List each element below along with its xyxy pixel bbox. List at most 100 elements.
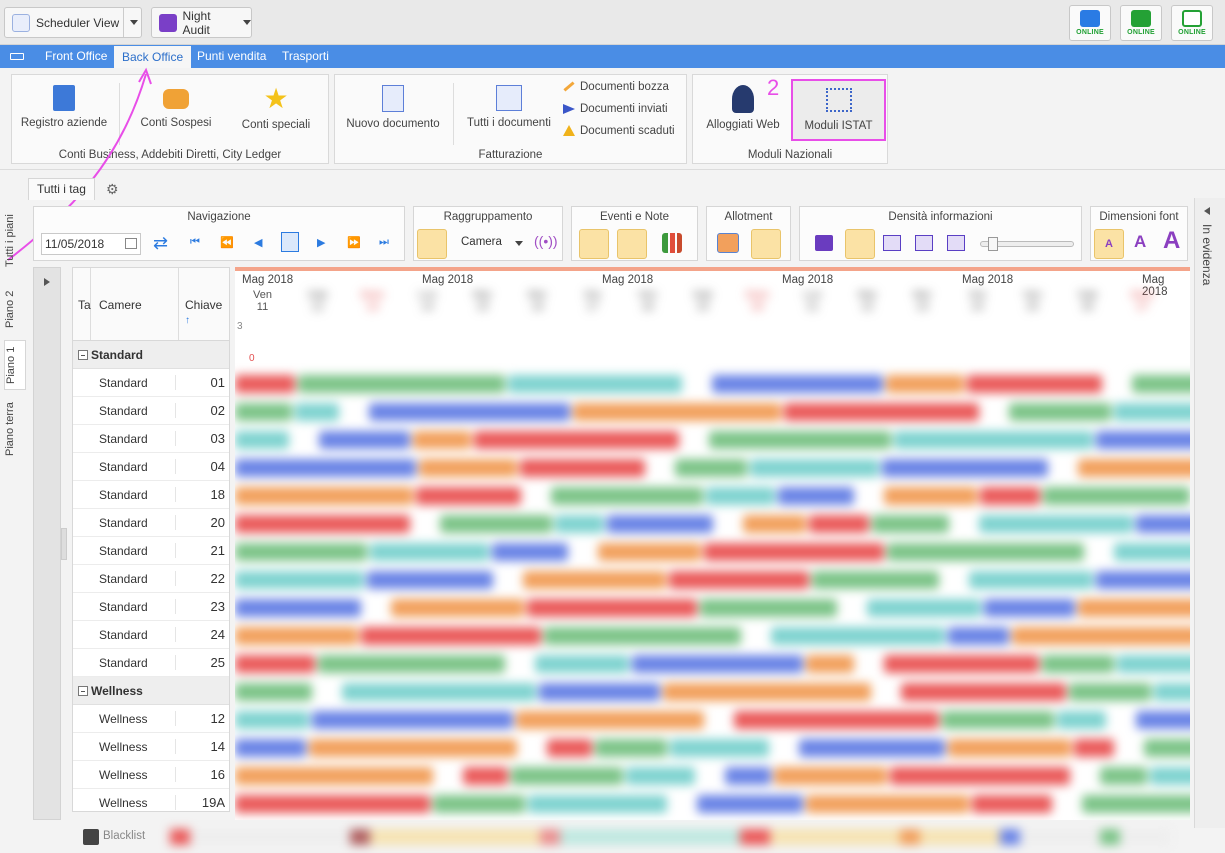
- reservation-block[interactable]: [318, 655, 505, 673]
- table-row[interactable]: Wellness 14: [73, 733, 229, 761]
- allotment-label-icon[interactable]: [751, 229, 781, 259]
- grid-view-icon[interactable]: [417, 229, 447, 259]
- reservation-block[interactable]: [984, 599, 1075, 617]
- expand-icon[interactable]: [44, 278, 50, 286]
- reservation-block[interactable]: [595, 739, 667, 757]
- reservation-block[interactable]: [697, 795, 803, 813]
- reservation-block[interactable]: [725, 767, 771, 785]
- reservation-block[interactable]: [235, 627, 358, 645]
- tab-tutti-tag[interactable]: Tutti i tag: [28, 178, 95, 200]
- reservation-block[interactable]: [235, 459, 416, 477]
- reservation-block[interactable]: [1096, 431, 1190, 449]
- group-select[interactable]: Camera: [461, 236, 502, 248]
- reservation-block[interactable]: [1136, 711, 1190, 729]
- in-evidenza-panel[interactable]: In evidenza: [1194, 198, 1225, 828]
- reservation-block[interactable]: [607, 515, 713, 533]
- tab-tutti-piani[interactable]: Tutti i piani: [4, 206, 26, 276]
- tutti-documenti-button[interactable]: Tutti i documenti: [463, 85, 555, 129]
- gear-icon[interactable]: ⚙: [106, 182, 119, 196]
- reservation-block[interactable]: [319, 431, 410, 449]
- chat-status[interactable]: ONLINE: [1120, 5, 1162, 41]
- column-header-camere[interactable]: Camere: [99, 298, 142, 312]
- table-row[interactable]: Standard 23: [73, 593, 229, 621]
- reservation-block[interactable]: [1069, 683, 1151, 701]
- reservation-block[interactable]: [235, 487, 413, 505]
- reservation-block[interactable]: [1114, 543, 1190, 561]
- table-row[interactable]: Standard 20: [73, 509, 229, 537]
- reservation-block[interactable]: [1096, 571, 1190, 589]
- group-row[interactable]: Standard: [73, 341, 229, 369]
- reservation-block[interactable]: [1043, 487, 1190, 505]
- rewind-icon[interactable]: ⏪: [220, 236, 234, 249]
- reservation-block[interactable]: [511, 767, 623, 785]
- previous-icon[interactable]: ◀: [254, 236, 262, 249]
- day-header[interactable]: Gio 17: [565, 289, 620, 313]
- reservation-block[interactable]: [440, 515, 552, 533]
- note-icon[interactable]: [617, 229, 647, 259]
- reservation-block[interactable]: [1144, 739, 1190, 757]
- reservation-block[interactable]: [979, 515, 1133, 533]
- reservation-block[interactable]: [1114, 403, 1190, 421]
- reservation-block[interactable]: [948, 739, 1071, 757]
- reservation-block[interactable]: [948, 627, 1009, 645]
- reservation-block[interactable]: [806, 655, 854, 673]
- reservation-block[interactable]: [784, 403, 979, 421]
- reservation-block[interactable]: [894, 431, 1093, 449]
- slider-handle[interactable]: [988, 237, 998, 251]
- reservation-block[interactable]: [632, 655, 803, 673]
- conti-speciali-button[interactable]: ★ Conti speciali: [230, 85, 322, 132]
- column-header-chiave[interactable]: Chiave ↑: [178, 268, 229, 340]
- reservation-block[interactable]: [806, 795, 969, 813]
- reservation-block[interactable]: [416, 487, 521, 505]
- day-header[interactable]: Ven 18: [620, 289, 675, 313]
- reservation-block[interactable]: [295, 403, 339, 421]
- reservation-block[interactable]: [235, 655, 315, 673]
- density-slider[interactable]: [980, 237, 1074, 251]
- reservation-block[interactable]: [750, 459, 879, 477]
- filters-panel[interactable]: [33, 267, 61, 820]
- table-row[interactable]: Wellness 19A: [73, 789, 229, 811]
- reservation-block[interactable]: [884, 655, 1039, 673]
- broadcast-icon[interactable]: ((•)): [534, 233, 558, 249]
- documenti-scaduti-button[interactable]: Documenti scaduti: [563, 125, 675, 137]
- reservations-area[interactable]: [235, 367, 1190, 820]
- reservation-block[interactable]: [1132, 375, 1190, 393]
- reservation-block[interactable]: [463, 767, 508, 785]
- reservation-block[interactable]: [508, 375, 682, 393]
- day-header[interactable]: Sab 26: [1060, 289, 1115, 313]
- day-header[interactable]: Lun 14: [400, 289, 455, 313]
- reservation-block[interactable]: [528, 795, 667, 813]
- reservation-block[interactable]: [882, 459, 1048, 477]
- reservation-block[interactable]: [743, 515, 806, 533]
- phone-status[interactable]: ONLINE: [1069, 5, 1111, 41]
- reservation-block[interactable]: [298, 375, 505, 393]
- density-2-icon[interactable]: [883, 235, 901, 251]
- reservation-block[interactable]: [778, 487, 854, 505]
- reservation-block[interactable]: [413, 431, 471, 449]
- reservation-block[interactable]: [809, 515, 869, 533]
- reservation-block[interactable]: [235, 683, 312, 701]
- tab-trasporti[interactable]: Trasporti: [274, 45, 337, 68]
- tab-piano-1[interactable]: Piano 1: [4, 340, 26, 390]
- day-header[interactable]: Ven 11: [235, 289, 290, 313]
- reservation-block[interactable]: [235, 543, 367, 561]
- reservation-block[interactable]: [535, 655, 629, 673]
- reservation-block[interactable]: [235, 571, 364, 589]
- reservation-block[interactable]: [544, 627, 741, 645]
- reservation-block[interactable]: [887, 543, 1084, 561]
- reservation-block[interactable]: [527, 599, 697, 617]
- reservation-block[interactable]: [872, 515, 949, 533]
- collapse-icon[interactable]: [78, 686, 88, 696]
- day-header[interactable]: Mar 22: [840, 289, 895, 313]
- reservation-block[interactable]: [1117, 655, 1190, 673]
- reservation-block[interactable]: [539, 683, 660, 701]
- night-audit-button[interactable]: Night Audit: [151, 7, 252, 38]
- reservation-block[interactable]: [1012, 627, 1190, 645]
- reservation-block[interactable]: [967, 375, 1102, 393]
- tab-punti-vendita[interactable]: Punti vendita: [189, 45, 274, 68]
- keyboard-icon[interactable]: [10, 53, 24, 60]
- reservation-block[interactable]: [547, 739, 592, 757]
- table-row[interactable]: Standard 04: [73, 453, 229, 481]
- tab-piano-2[interactable]: Piano 2: [4, 285, 26, 333]
- reservation-block[interactable]: [901, 683, 1066, 701]
